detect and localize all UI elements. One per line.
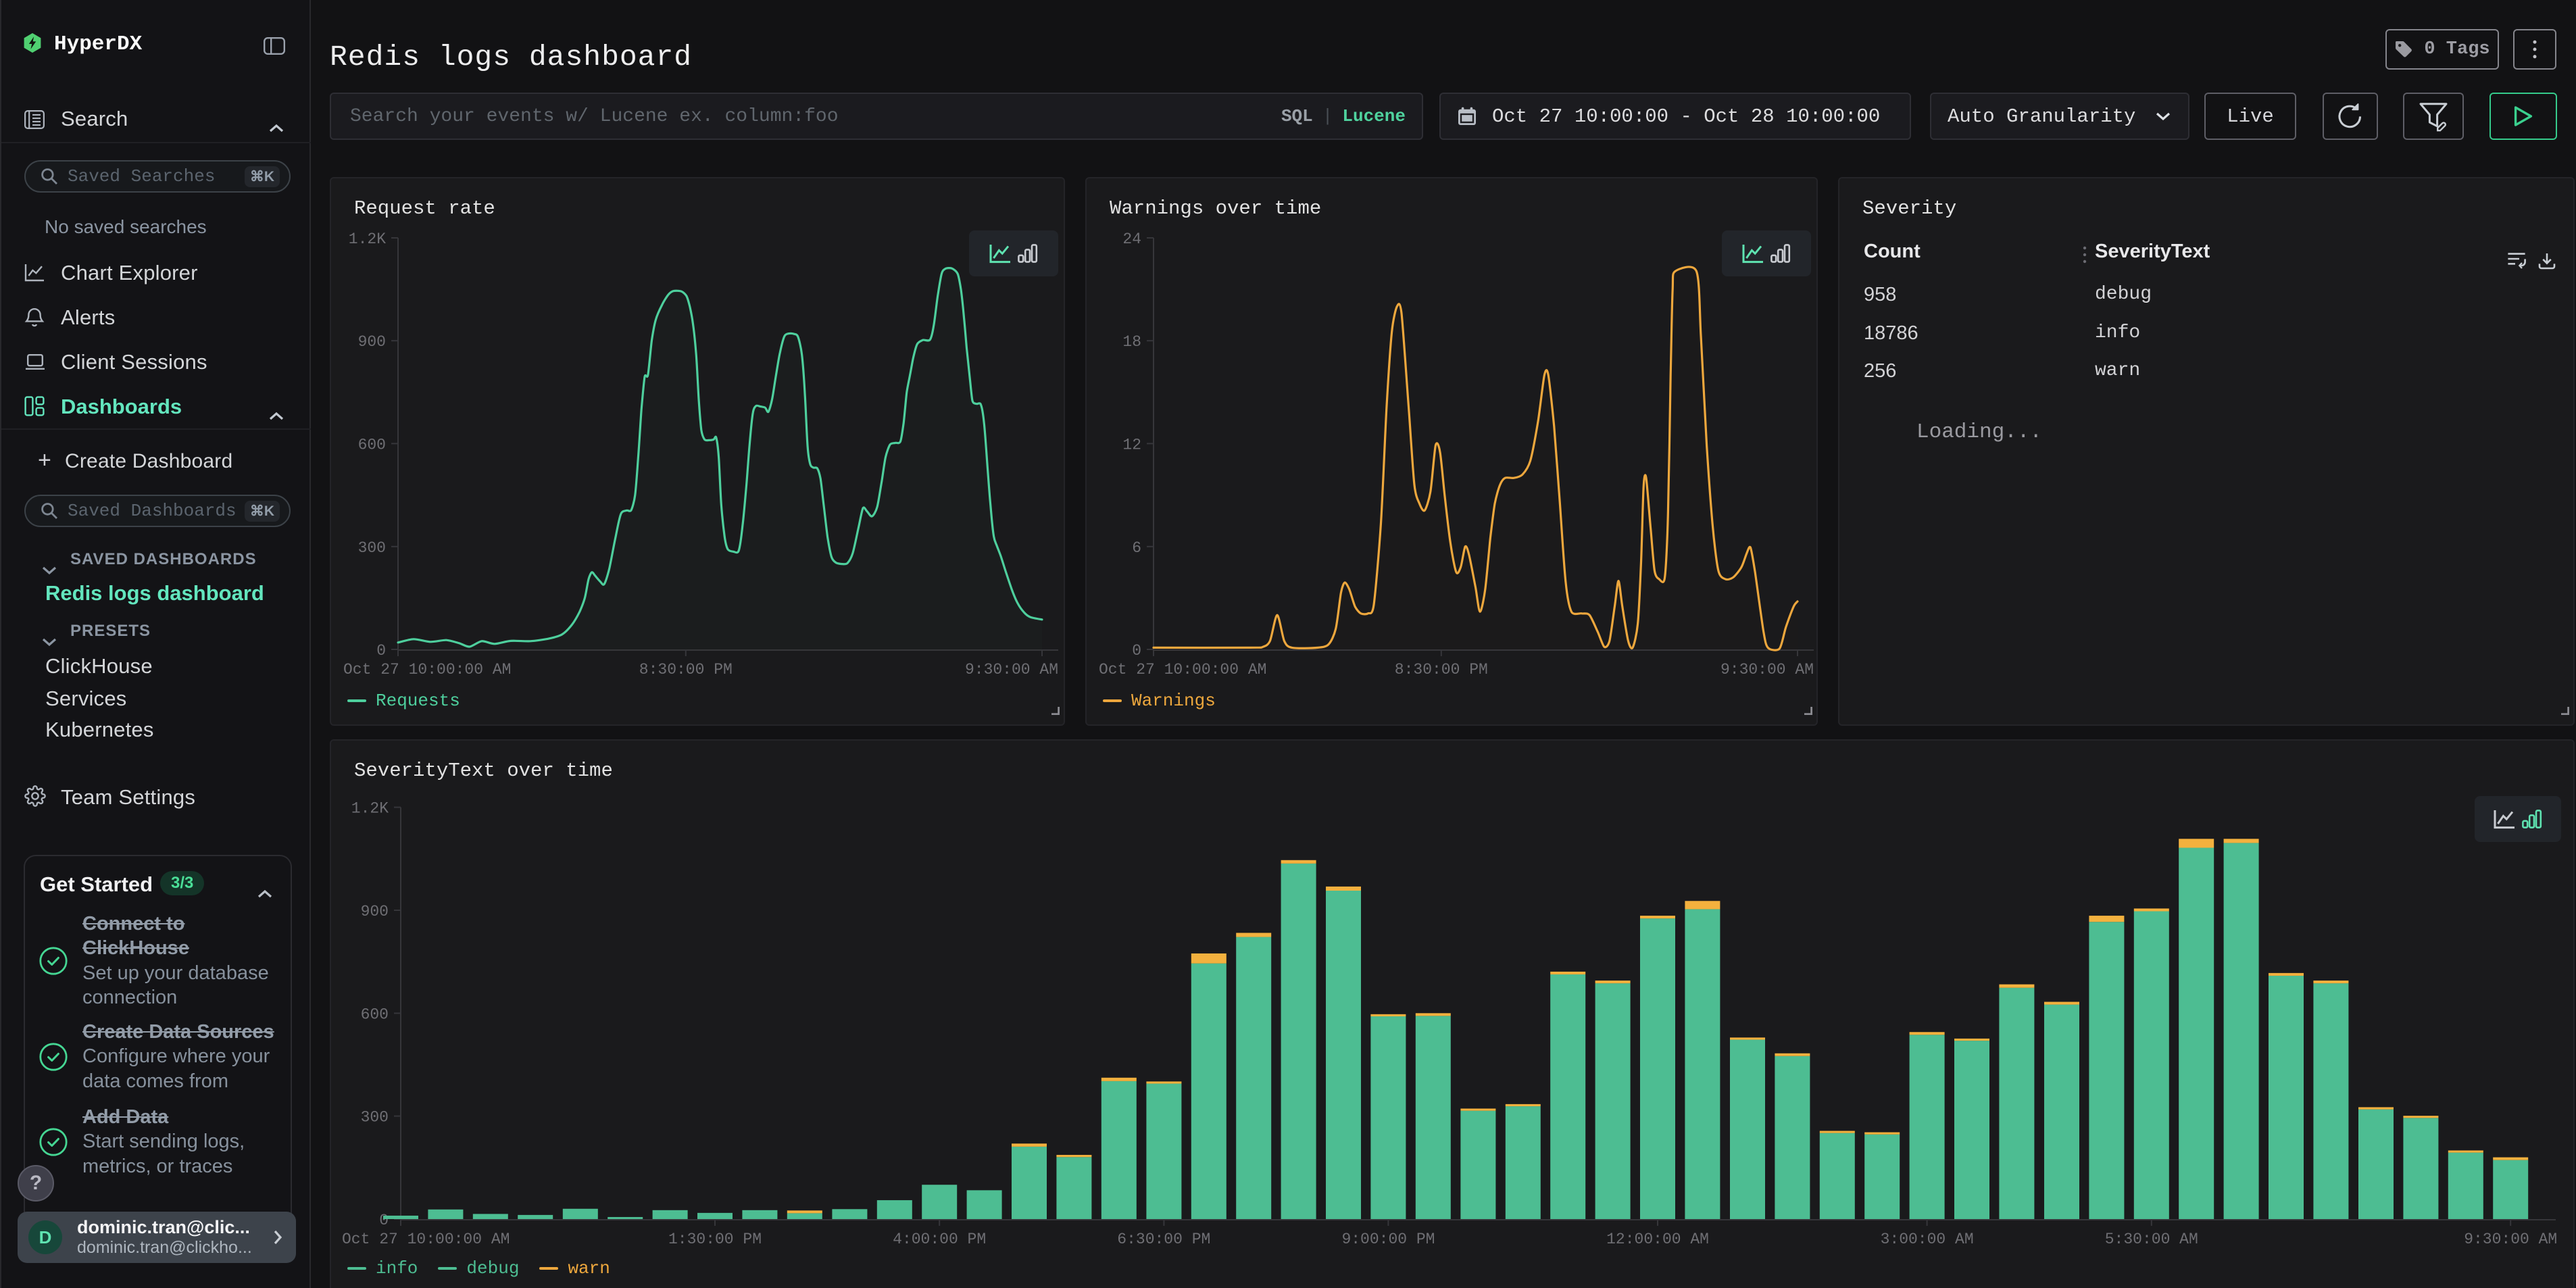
svg-text:1.2K: 1.2K (349, 230, 386, 248)
svg-text:Oct 27 10:00:00 AM: Oct 27 10:00:00 AM (1099, 661, 1266, 678)
svg-text:24: 24 (1122, 230, 1141, 248)
svg-text:9:00:00 PM: 9:00:00 PM (1341, 1231, 1435, 1248)
svg-text:600: 600 (358, 436, 386, 453)
svg-text:Oct 27 10:00:00 AM: Oct 27 10:00:00 AM (342, 1231, 510, 1248)
svg-text:600: 600 (361, 1006, 389, 1023)
svg-text:6: 6 (1132, 539, 1141, 557)
svg-text:9:30:00 AM: 9:30:00 AM (1720, 661, 1814, 678)
svg-text:900: 900 (361, 903, 389, 920)
svg-text:0: 0 (376, 642, 386, 660)
svg-text:8:30:00 PM: 8:30:00 PM (1395, 661, 1488, 678)
svg-text:5:30:00 AM: 5:30:00 AM (2105, 1231, 2198, 1248)
svg-text:4:00:00 PM: 4:00:00 PM (893, 1231, 986, 1248)
svg-text:900: 900 (358, 333, 386, 351)
svg-text:1.2K: 1.2K (351, 800, 389, 818)
svg-text:3:00:00 AM: 3:00:00 AM (1881, 1231, 1974, 1248)
svg-text:300: 300 (361, 1109, 389, 1126)
svg-text:0: 0 (1132, 642, 1141, 660)
svg-text:9:30:00 AM: 9:30:00 AM (2464, 1231, 2557, 1248)
svg-text:12:00:00 AM: 12:00:00 AM (1606, 1231, 1709, 1248)
svg-text:1:30:00 PM: 1:30:00 PM (668, 1231, 762, 1248)
svg-text:18: 18 (1122, 333, 1141, 351)
svg-text:6:30:00 PM: 6:30:00 PM (1117, 1231, 1210, 1248)
svg-text:Oct 27 10:00:00 AM: Oct 27 10:00:00 AM (343, 661, 511, 678)
svg-text:12: 12 (1122, 436, 1141, 453)
svg-text:8:30:00 PM: 8:30:00 PM (639, 661, 733, 678)
svg-text:0: 0 (379, 1212, 389, 1229)
svg-text:9:30:00 AM: 9:30:00 AM (965, 661, 1058, 678)
svg-text:300: 300 (358, 539, 386, 557)
